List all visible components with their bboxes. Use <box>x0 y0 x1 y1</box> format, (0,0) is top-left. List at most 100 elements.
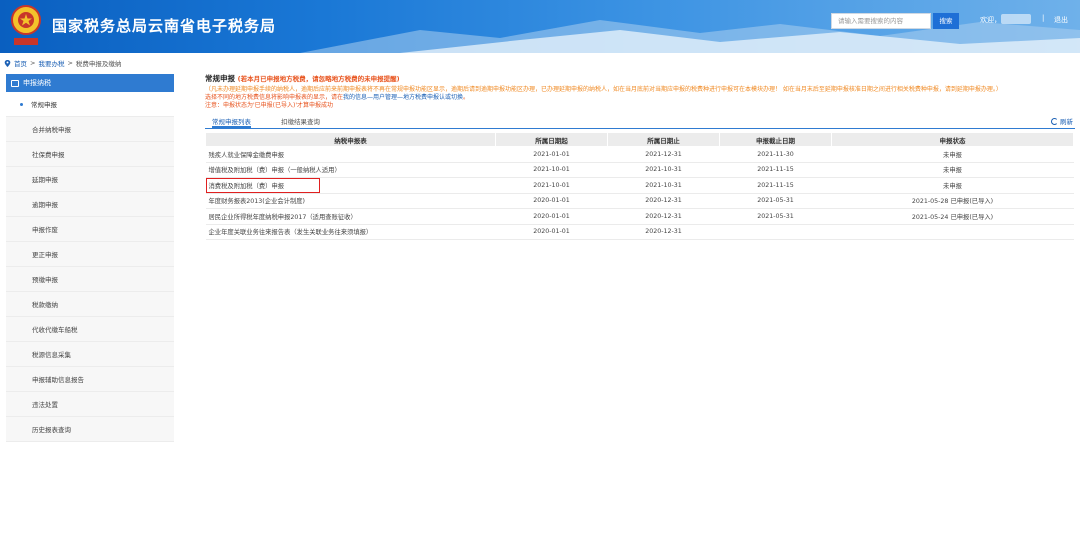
form-name-link[interactable]: 消费税及附加税（费）申报 <box>205 177 496 194</box>
table-header-row: 纳税申报表 所属日期起 所属日期止 申报截止日期 申报状态 <box>205 132 1074 147</box>
sidebar-header-label: 申报纳税 <box>23 79 51 87</box>
sidebar-item-label: 申报辅助信息报告 <box>32 376 84 384</box>
deadline: 2021-11-15 <box>719 162 832 178</box>
deadline <box>719 224 832 240</box>
refresh-icon <box>1051 117 1058 125</box>
period-start: 2020-01-01 <box>495 224 608 240</box>
form-name-link[interactable]: 年度财务报表2013(企业会计制度) <box>205 193 496 209</box>
sidebar-item-tax-source-collection[interactable]: 税源信息采集 <box>6 342 174 367</box>
table-row[interactable]: 居民企业所得税年度纳税申报2017（适用查账征收） 2020-01-01 202… <box>205 208 1074 225</box>
sidebar-item-vehicle-tax[interactable]: 代收代缴车船税 <box>6 317 174 342</box>
column-header: 所属日期止 <box>607 132 720 147</box>
top-header: 国家税务总局云南省电子税务局 请输入需要搜索的内容 搜索 欢迎， | 退出 <box>0 0 1080 53</box>
sidebar-item-tax-payment[interactable]: 税款缴纳 <box>6 292 174 317</box>
filing-status <box>831 224 1074 240</box>
site-title: 国家税务总局云南省电子税务局 <box>52 17 277 35</box>
tab-deduction-result-query[interactable]: 扣缴结果查询 <box>281 116 320 128</box>
local-tax-notice: 选择不同的地方税费信息将影响申报表的显示，请在我的信息—用户管理—地方税费申报认… <box>205 94 1075 102</box>
sidebar-header[interactable]: 申报纳税 <box>6 74 174 92</box>
form-name-link[interactable]: 企业年度关联业务往来报告表（发生关联业务往来须填报） <box>205 224 496 240</box>
sidebar-item-violation-handling[interactable]: 违法处置 <box>6 392 174 417</box>
table-row[interactable]: 增值税及附加税（费）申报（一般纳税人适用） 2021-10-01 2021-10… <box>205 162 1074 178</box>
page-title-text: 常规申报 <box>205 74 235 83</box>
period-start: 2020-01-01 <box>495 193 608 209</box>
search-button[interactable]: 搜索 <box>933 13 959 29</box>
breadcrumb-separator: > <box>67 59 73 67</box>
deadline: 2021-05-31 <box>719 193 832 209</box>
period-end: 2021-12-31 <box>607 146 720 163</box>
sidebar-item-void-filing[interactable]: 申报作废 <box>6 217 174 242</box>
period-end: 2021-10-31 <box>607 162 720 178</box>
tab-regular-filing-list[interactable]: 常规申报列表 <box>212 116 251 128</box>
sidebar-item-label: 代收代缴车船税 <box>32 326 78 334</box>
form-name-link[interactable]: 残疾人就业保障金缴费申报 <box>205 146 496 163</box>
form-name-link[interactable]: 增值税及附加税（费）申报（一般纳税人适用） <box>205 162 496 178</box>
column-header: 申报状态 <box>831 132 1074 147</box>
breadcrumb-home[interactable]: 首页 <box>14 58 27 68</box>
form-name-link[interactable]: 居民企业所得税年度纳税申报2017（适用查账征收） <box>205 208 496 225</box>
filing-status: 未申报 <box>831 162 1074 178</box>
refresh-label: 刷新 <box>1060 118 1073 126</box>
period-start: 2020-01-01 <box>495 208 608 225</box>
period-end: 2020-12-31 <box>607 224 720 240</box>
sidebar-item-label: 合并纳税申报 <box>32 126 71 134</box>
sidebar-item-deferred-filing[interactable]: 延期申报 <box>6 167 174 192</box>
main-content: 常规申报 (若本月已申报地方税费，请忽略地方税费的未申报提醒) （凡未办理延期申… <box>205 73 1075 240</box>
local-tax-notice-text: 选择不同的地方税费信息将影响申报表的显示，请在 <box>205 94 344 101</box>
filing-status: 未申报 <box>831 177 1074 194</box>
tax-emblem-icon <box>11 5 41 45</box>
breadcrumb-level1[interactable]: 我要办税 <box>38 58 64 68</box>
header-separator: | <box>1042 14 1045 22</box>
table-row-highlighted[interactable]: 消费税及附加税（费）申报 2021-10-01 2021-10-31 2021-… <box>205 177 1074 194</box>
local-tax-notice-suffix: 。 <box>463 94 470 101</box>
table-row[interactable]: 残疾人就业保障金缴费申报 2021-01-01 2021-12-31 2021-… <box>205 146 1074 163</box>
table-row[interactable]: 企业年度关联业务往来报告表（发生关联业务往来须填报） 2020-01-01 20… <box>205 224 1074 240</box>
logout-link[interactable]: 退出 <box>1054 15 1068 25</box>
tab-bar: 常规申报列表 扣缴结果查询 刷新 <box>205 116 1075 129</box>
title-warning: (若本月已申报地方税费，请忽略地方税费的未申报提醒) <box>237 75 400 83</box>
sidebar-item-label: 更正申报 <box>32 251 58 259</box>
sidebar-item-consolidated-filing[interactable]: 合并纳税申报 <box>6 117 174 142</box>
sidebar-item-label: 历史报表查询 <box>32 426 71 434</box>
sidebar-item-label: 税源信息采集 <box>32 351 71 359</box>
filing-status: 2021-05-24 已申报(已导入) <box>831 208 1074 225</box>
sidebar-item-social-insurance[interactable]: 社保费申报 <box>6 142 174 167</box>
sidebar-item-label: 申报作废 <box>32 226 58 234</box>
sidebar-item-label: 常规申报 <box>31 101 57 109</box>
monitor-icon <box>11 79 19 87</box>
deadline: 2021-11-30 <box>719 146 832 163</box>
filing-table: 纳税申报表 所属日期起 所属日期止 申报截止日期 申报状态 残疾人就业保障金缴费… <box>205 132 1074 240</box>
period-end: 2021-10-31 <box>607 177 720 194</box>
sidebar: 申报纳税 常规申报 合并纳税申报 社保费申报 延期申报 逾期申报 申报作废 更正… <box>6 74 174 442</box>
refresh-button[interactable]: 刷新 <box>1051 116 1073 126</box>
sidebar-item-overdue-filing[interactable]: 逾期申报 <box>6 192 174 217</box>
user-management-link[interactable]: 我的信息—用户管理—地方税费申报认或切换 <box>343 94 463 101</box>
filing-status: 未申报 <box>831 146 1074 163</box>
sidebar-item-label: 税款缴纳 <box>32 301 58 309</box>
period-start: 2021-10-01 <box>495 177 608 194</box>
highlight-box <box>205 178 320 193</box>
status-notice: 注意：申报状态为'已申报(已导入)'才算申报成功 <box>205 102 333 109</box>
period-end: 2020-12-31 <box>607 208 720 225</box>
search-input[interactable]: 请输入需要搜索的内容 <box>831 13 931 29</box>
sidebar-item-regular-filing[interactable]: 常规申报 <box>6 92 174 117</box>
welcome-text: 欢迎， <box>980 16 1001 24</box>
deferral-notice: （凡未办理延期申报手续的纳税人，逾期后应前来前期申报表将不再在常规申报功能区显示… <box>205 86 1002 93</box>
column-header: 纳税申报表 <box>205 132 496 147</box>
sidebar-item-label: 违法处置 <box>32 401 58 409</box>
column-header: 所属日期起 <box>495 132 608 147</box>
location-pin-icon <box>4 59 11 67</box>
period-start: 2021-10-01 <box>495 162 608 178</box>
sidebar-item-auxiliary-report[interactable]: 申报辅助信息报告 <box>6 367 174 392</box>
sidebar-item-history-query[interactable]: 历史报表查询 <box>6 417 174 442</box>
bullet-icon <box>20 102 23 106</box>
sidebar-item-prepayment-filing[interactable]: 预缴申报 <box>6 267 174 292</box>
breadcrumb: 首页 > 我要办税 > 税费申报及缴纳 <box>4 58 121 68</box>
breadcrumb-current: 税费申报及缴纳 <box>75 60 122 68</box>
sidebar-item-correction-filing[interactable]: 更正申报 <box>6 242 174 267</box>
page-title: 常规申报 (若本月已申报地方税费，请忽略地方税费的未申报提醒) <box>205 73 1075 84</box>
table-row[interactable]: 年度财务报表2013(企业会计制度) 2020-01-01 2020-12-31… <box>205 193 1074 209</box>
period-start: 2021-01-01 <box>495 146 608 163</box>
deadline: 2021-11-15 <box>719 177 832 194</box>
sidebar-item-label: 预缴申报 <box>32 276 58 284</box>
